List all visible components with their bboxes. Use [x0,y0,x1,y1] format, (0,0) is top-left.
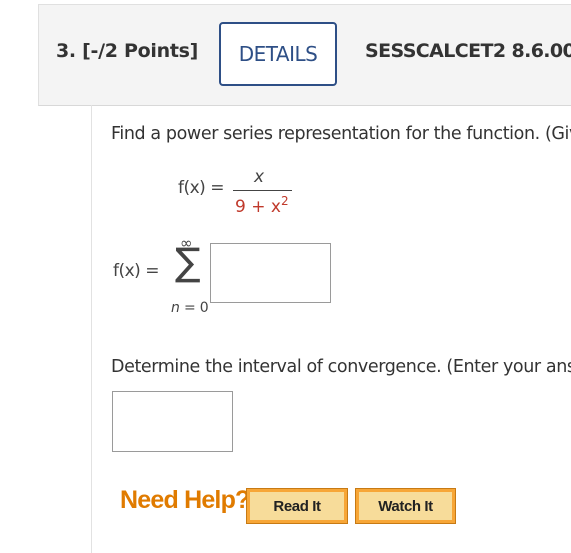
denominator-exponent: 2 [280,194,289,208]
function-lhs-text: f(x) = [178,178,224,198]
function-lhs: f(x) = [178,178,224,198]
sum-index-var: n [171,300,180,316]
read-it-button[interactable]: Read It [246,488,348,524]
fraction-numerator: x [254,167,265,187]
sum-lower-value: = 0 [179,300,209,316]
watch-it-label: Watch It [359,492,452,520]
fraction-bar [233,190,292,191]
details-button[interactable]: DETAILS [219,22,337,86]
fraction-denominator: 9 + x2 [235,194,289,217]
interval-prompt: Determine the interval of convergence. (… [111,357,571,377]
need-help-label: Need Help? [120,486,250,514]
sum-lower-limit: n = 0 [171,300,209,316]
question-reference-code: SESSCALCET2 8.6.007. [365,40,571,62]
interval-answer-input[interactable] [112,391,233,452]
denominator-text: 9 + x [235,197,281,217]
summation-symbol: ∑ [175,240,201,284]
series-lhs: f(x) = [113,261,159,281]
problem-prompt: Find a power series representation for t… [111,124,571,144]
watch-it-button[interactable]: Watch It [355,488,456,524]
read-it-label: Read It [250,492,344,520]
series-answer-input[interactable] [210,243,331,303]
question-number-points: 3. [-/2 Points] [56,40,198,62]
